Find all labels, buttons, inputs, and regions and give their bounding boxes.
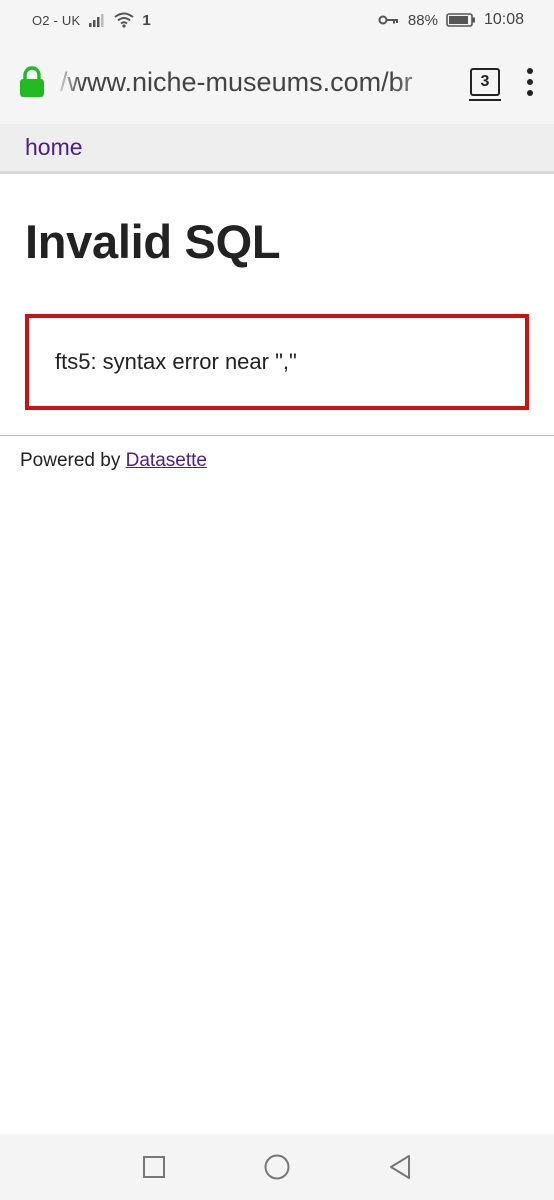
address-bar[interactable]: /www.niche-museums.com/br bbox=[60, 67, 450, 98]
signal-bars-icon bbox=[89, 14, 104, 27]
datasette-link[interactable]: Datasette bbox=[126, 450, 207, 471]
status-bar: O2 - UK 1 88% 10:08 bbox=[0, 0, 554, 40]
status-right: 88% 10:08 bbox=[378, 11, 524, 29]
more-vert-icon[interactable] bbox=[526, 68, 534, 96]
wifi-icon bbox=[114, 12, 134, 28]
home-link[interactable]: home bbox=[25, 134, 83, 161]
page-nav: home bbox=[0, 124, 554, 174]
browser-toolbar: /www.niche-museums.com/br 3 bbox=[0, 40, 554, 124]
page-title: Invalid SQL bbox=[25, 215, 281, 268]
footer: Powered by Datasette bbox=[20, 450, 207, 472]
key-icon bbox=[378, 15, 398, 25]
carrier-label: O2 - UK bbox=[32, 12, 81, 28]
footer-prefix: Powered by bbox=[20, 450, 126, 471]
system-nav-bar bbox=[0, 1134, 554, 1200]
tab-count: 3 bbox=[480, 73, 490, 90]
error-message: fts5: syntax error near "," bbox=[55, 349, 297, 374]
square-icon[interactable] bbox=[141, 1154, 167, 1180]
battery-percent: 88% bbox=[407, 11, 438, 29]
lock-icon[interactable] bbox=[18, 66, 46, 98]
clock-time: 10:08 bbox=[483, 11, 524, 28]
tab-switcher-button[interactable]: 3 bbox=[469, 68, 501, 101]
battery-icon bbox=[446, 13, 475, 27]
phone-screen: O2 - UK 1 88% 10:08 /www.niche-museums.c… bbox=[0, 0, 554, 1200]
footer-divider bbox=[0, 435, 554, 436]
error-message-box: fts5: syntax error near "," bbox=[25, 314, 529, 410]
status-left: O2 - UK 1 bbox=[32, 12, 151, 29]
network-indicator: 1 bbox=[142, 11, 151, 29]
circle-icon[interactable] bbox=[263, 1153, 291, 1181]
triangle-back-icon[interactable] bbox=[387, 1153, 413, 1181]
